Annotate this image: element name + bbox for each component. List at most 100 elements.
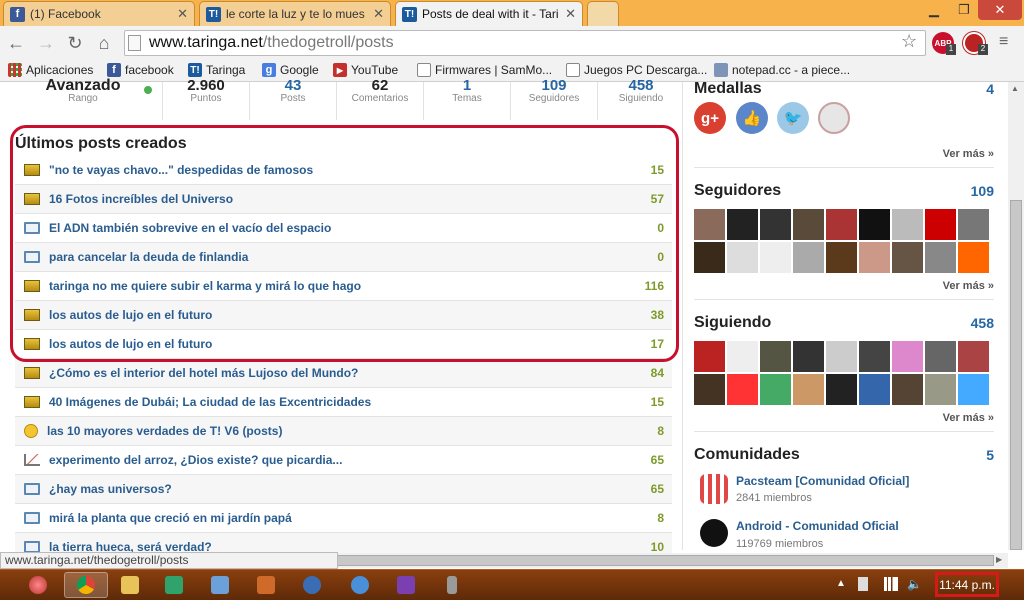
- tab-posts-active[interactable]: T! Posts de deal with it - Tari ✕: [395, 1, 583, 26]
- bookmark-firmwares[interactable]: Firmwares | SamMo...: [417, 61, 552, 79]
- thumbs-up-medal-icon[interactable]: 👍: [736, 102, 768, 134]
- bird-medal-icon[interactable]: 🐦: [777, 102, 809, 134]
- user-avatar[interactable]: [694, 341, 725, 372]
- menu-icon[interactable]: ≡: [999, 34, 1008, 50]
- signal-icon[interactable]: [884, 577, 898, 591]
- close-icon[interactable]: ✕: [177, 6, 188, 22]
- app-taskbar-button[interactable]: [244, 572, 288, 598]
- user-avatar[interactable]: [925, 209, 956, 240]
- star-bookmark-icon[interactable]: ☆: [901, 31, 917, 52]
- user-avatar[interactable]: [793, 209, 824, 240]
- post-title-link[interactable]: ¿hay mas universos?: [49, 482, 632, 496]
- user-avatar[interactable]: [760, 209, 791, 240]
- medallas-count[interactable]: 4: [986, 81, 994, 97]
- user-avatar[interactable]: [958, 374, 989, 405]
- user-avatar[interactable]: [727, 374, 758, 405]
- tab-facebook[interactable]: f (1) Facebook ✕: [3, 1, 195, 26]
- reload-icon[interactable]: ↻: [63, 31, 87, 55]
- user-avatar[interactable]: [925, 374, 956, 405]
- address-bar[interactable]: www.taringa.net/thedogetroll/posts: [124, 30, 926, 56]
- post-title-link[interactable]: ¿Cómo es el interior del hotel más Lujos…: [49, 366, 632, 380]
- post-title-link[interactable]: las 10 mayores verdades de T! V6 (posts): [47, 424, 632, 438]
- medallas-ver-mas-link[interactable]: Ver más »: [943, 148, 994, 160]
- app-taskbar-button[interactable]: [384, 572, 428, 598]
- app-taskbar-button[interactable]: [198, 572, 242, 598]
- post-row[interactable]: ¿hay mas universos? 65: [15, 475, 672, 504]
- user-avatar[interactable]: [694, 374, 725, 405]
- stat-siguiendo[interactable]: 458 Siguiendo: [598, 78, 684, 104]
- clock[interactable]: 11:44 p.m.: [935, 572, 999, 597]
- close-icon[interactable]: ✕: [373, 6, 384, 22]
- tab-taringa-post[interactable]: T! le corte la luz y te lo mues ✕: [199, 1, 391, 26]
- user-avatar[interactable]: [925, 341, 956, 372]
- user-avatar[interactable]: [793, 374, 824, 405]
- maximize-icon[interactable]: ❐: [950, 0, 978, 20]
- pacsteam-community-icon[interactable]: [700, 474, 728, 504]
- user-avatar[interactable]: [892, 374, 923, 405]
- post-row[interactable]: experimento del arroz, ¿Dios existe? que…: [15, 446, 672, 475]
- user-avatar[interactable]: [859, 374, 890, 405]
- user-avatar[interactable]: [892, 209, 923, 240]
- app-taskbar-button[interactable]: [338, 572, 382, 598]
- vertical-scroll-thumb[interactable]: [1010, 200, 1022, 550]
- google-plus-medal-icon[interactable]: g+: [694, 102, 726, 134]
- user-avatar[interactable]: [892, 341, 923, 372]
- post-title-link[interactable]: experimento del arroz, ¿Dios existe? que…: [49, 453, 632, 467]
- siguiendo-ver-mas-link[interactable]: Ver más »: [943, 412, 994, 424]
- volume-icon[interactable]: 🔈: [907, 577, 922, 591]
- stat-temas[interactable]: 1 Temas: [424, 78, 510, 104]
- user-avatar[interactable]: [694, 242, 725, 273]
- post-row[interactable]: las 10 mayores verdades de T! V6 (posts)…: [15, 417, 672, 446]
- back-arrow-icon[interactable]: ←: [4, 31, 28, 55]
- community-name[interactable]: Pacsteam [Comunidad Oficial]: [736, 474, 909, 488]
- user-avatar[interactable]: [859, 341, 890, 372]
- new-tab-button[interactable]: [587, 1, 619, 26]
- scroll-right-arrow-icon[interactable]: ▶: [996, 555, 1002, 564]
- device-tray-icon[interactable]: [858, 577, 868, 591]
- user-avatar[interactable]: [793, 242, 824, 273]
- user-avatar[interactable]: [826, 209, 857, 240]
- explorer-taskbar-button[interactable]: [108, 572, 152, 598]
- stat-seguidores[interactable]: 109 Seguidores: [511, 78, 597, 104]
- user-avatar[interactable]: [925, 242, 956, 273]
- user-avatar[interactable]: [826, 242, 857, 273]
- user-avatar[interactable]: [958, 242, 989, 273]
- user-avatar[interactable]: [727, 209, 758, 240]
- android-community-icon[interactable]: [700, 519, 728, 547]
- user-avatar[interactable]: [892, 242, 923, 273]
- user-avatar[interactable]: [859, 242, 890, 273]
- user-avatar[interactable]: [727, 341, 758, 372]
- bookmark-youtube[interactable]: ▶ YouTube: [333, 61, 398, 79]
- app-taskbar-button[interactable]: [430, 572, 474, 598]
- seguidores-count[interactable]: 109: [971, 183, 994, 199]
- user-avatar[interactable]: [760, 374, 791, 405]
- user-avatar[interactable]: [826, 374, 857, 405]
- community-name[interactable]: Android - Comunidad Oficial: [736, 519, 899, 533]
- close-icon[interactable]: ✕: [565, 6, 576, 22]
- stat-posts[interactable]: 43 Posts: [250, 78, 336, 104]
- user-avatar[interactable]: [958, 341, 989, 372]
- avatar-medal-icon[interactable]: [818, 102, 850, 134]
- post-row[interactable]: 40 Imágenes de Dubái; La ciudad de las E…: [15, 388, 672, 417]
- scroll-up-arrow-icon[interactable]: ▲: [1011, 84, 1019, 93]
- siguiendo-count[interactable]: 458: [971, 315, 994, 331]
- post-title-link[interactable]: 40 Imágenes de Dubái; La ciudad de las E…: [49, 395, 632, 409]
- user-avatar[interactable]: [760, 341, 791, 372]
- close-window-icon[interactable]: ✕: [978, 0, 1022, 20]
- app-taskbar-button[interactable]: [290, 572, 334, 598]
- post-row[interactable]: ¿Cómo es el interior del hotel más Lujos…: [15, 359, 672, 388]
- vine-taskbar-button[interactable]: [152, 572, 196, 598]
- home-icon[interactable]: ⌂: [92, 31, 116, 55]
- user-avatar[interactable]: [727, 242, 758, 273]
- user-avatar[interactable]: [958, 209, 989, 240]
- bookmark-notepad[interactable]: notepad.cc - a piece...: [714, 61, 850, 79]
- forward-arrow-icon[interactable]: →: [34, 31, 58, 55]
- start-button[interactable]: [16, 572, 60, 598]
- seguidores-ver-mas-link[interactable]: Ver más »: [943, 280, 994, 292]
- minimize-icon[interactable]: ▁: [920, 0, 948, 20]
- user-avatar[interactable]: [859, 209, 890, 240]
- show-hidden-icons-icon[interactable]: ▲: [836, 578, 846, 589]
- comunidades-count[interactable]: 5: [986, 447, 994, 463]
- chrome-taskbar-button[interactable]: [64, 572, 108, 598]
- user-avatar[interactable]: [793, 341, 824, 372]
